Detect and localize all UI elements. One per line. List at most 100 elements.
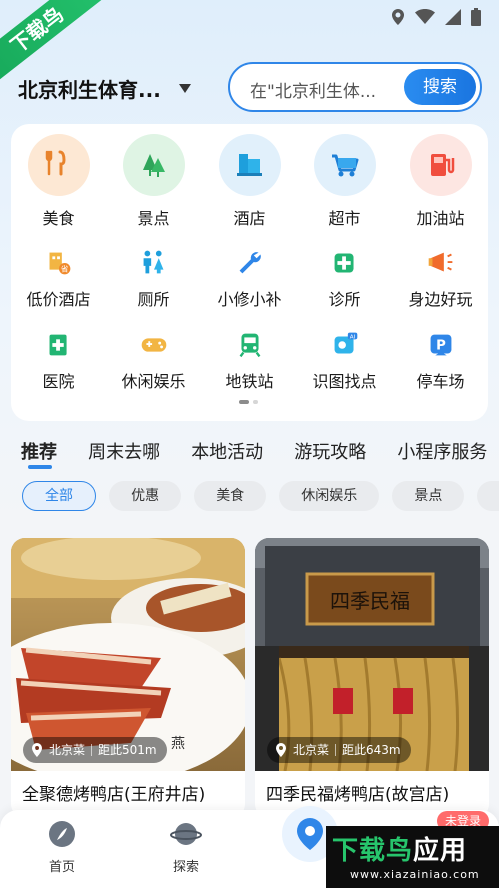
card-location-tag: 北京菜 距此643m (267, 737, 411, 763)
chip-all[interactable]: 全部 (22, 481, 96, 511)
category-label: 美食 (42, 209, 75, 228)
chip-discount[interactable]: 优惠 (109, 481, 182, 511)
category-item[interactable]: 省低价酒店 (11, 244, 106, 310)
nav-home[interactable]: 首页 (32, 820, 92, 875)
chip-scenic[interactable]: 景点 (392, 481, 465, 511)
category-item[interactable]: 地铁站 (202, 326, 297, 392)
tag-divider (91, 744, 93, 756)
filter-chips: 全部 优惠 美食 休闲娱乐 景点 酒 (22, 481, 499, 513)
place-card[interactable]: 四季民福 北京菜 距此643m 四季民福烤鸭店(故宫店) (255, 538, 489, 818)
nav-home-label: 首页 (48, 860, 75, 875)
category-label: 休闲娱乐 (121, 372, 186, 391)
hotel-icon (218, 134, 281, 196)
city-name: 北京利生体育... (18, 78, 161, 102)
category-item[interactable]: 美食 (11, 134, 106, 229)
watermark-logo: 下载鸟应用 www.xiazainiao.com (326, 826, 499, 888)
page-dot (253, 400, 258, 404)
tab-mini-programs[interactable]: 小程序服务 (397, 438, 487, 464)
svg-text:燕: 燕 (171, 736, 185, 752)
nav-explore-label: 探索 (172, 860, 199, 875)
category-label: 地铁站 (225, 372, 274, 391)
location-search-bar: 北京利生体育... 在"北京利生体... 搜索 (0, 62, 499, 114)
leisure-icon (135, 326, 173, 364)
card-cuisine: 北京菜 (49, 743, 86, 757)
card-location-tag: 北京菜 距此501m (23, 737, 167, 763)
budget-hotel-icon: 省 (40, 244, 78, 282)
category-label: 超市 (328, 209, 361, 228)
chip-more[interactable]: 酒 (477, 481, 499, 511)
page-dot-active (239, 400, 249, 404)
category-item[interactable]: 休闲娱乐 (106, 326, 201, 392)
category-panel: 美食 景点 酒店 超市 加油站省低价酒店 厕所 小修小补 诊所 身边好玩 医院 休闲娱乐 地铁站 AI 识… (11, 124, 488, 421)
map-pin-icon (297, 818, 323, 850)
category-item[interactable]: 景点 (106, 134, 201, 229)
card-cuisine: 北京菜 (293, 743, 330, 757)
category-label: 景点 (137, 209, 170, 228)
category-label: 酒店 (233, 209, 266, 228)
home-compass-icon (49, 821, 75, 847)
card-title: 四季民福烤鸭店(故宫店) (266, 785, 450, 805)
chevron-down-icon (178, 84, 191, 93)
card-title: 全聚德烤鸭店(王府井店) (22, 785, 206, 805)
gas-station-icon (409, 134, 472, 196)
tab-travel-guides[interactable]: 游玩攻略 (294, 438, 366, 464)
active-tab-indicator (28, 465, 52, 469)
category-item[interactable]: 小修小补 (202, 244, 297, 310)
toilet-icon (135, 244, 173, 282)
tab-recommend[interactable]: 推荐 (21, 438, 57, 464)
location-pin-icon (276, 743, 286, 757)
watermark-url: www.xiazainiao.com (350, 868, 480, 881)
feed-tabs: 推荐 周末去哪 本地活动 游玩攻略 小程序服务 (21, 438, 499, 472)
battery-icon (471, 8, 481, 26)
page-indicator (239, 400, 258, 404)
category-label: 识图找点 (312, 372, 377, 391)
card-distance: 距此643m (342, 743, 401, 757)
tab-weekend[interactable]: 周末去哪 (88, 438, 160, 464)
category-item[interactable]: 诊所 (297, 244, 392, 310)
category-item[interactable]: 厕所 (106, 244, 201, 310)
category-item[interactable]: 身边好玩 (393, 244, 488, 310)
scenic-icon (122, 134, 185, 196)
category-label: 医院 (42, 372, 75, 391)
category-label: 小修小补 (217, 290, 282, 309)
wifi-icon (415, 9, 435, 24)
svg-text:省: 省 (60, 264, 68, 274)
hospital-icon (40, 326, 78, 364)
chip-food[interactable]: 美食 (194, 481, 267, 511)
watermark-brand: 下载鸟 (332, 836, 414, 866)
planet-icon (170, 823, 202, 845)
clinic-icon (326, 244, 364, 282)
food-icon (27, 134, 90, 196)
city-selector[interactable]: 北京利生体育... (18, 74, 191, 103)
svg-text:P: P (436, 339, 446, 354)
subway-icon (231, 326, 269, 364)
image-search-icon: AI (326, 326, 364, 364)
nav-explore[interactable]: 探索 (156, 820, 216, 875)
category-item[interactable]: 加油站 (393, 134, 488, 229)
category-item[interactable]: 酒店 (202, 134, 297, 229)
shop-sign: 四季民福 (330, 589, 410, 613)
category-label: 身边好玩 (408, 290, 473, 309)
fun-nearby-icon (422, 244, 460, 282)
category-item[interactable]: AI 识图找点 (297, 326, 392, 392)
search-box[interactable]: 在"北京利生体... 搜索 (228, 62, 482, 112)
card-distance: 距此501m (98, 743, 157, 757)
category-item[interactable]: 超市 (297, 134, 392, 229)
category-item[interactable]: P 停车场 (393, 326, 488, 392)
category-label: 厕所 (137, 290, 170, 309)
signal-icon (445, 9, 461, 25)
search-button[interactable]: 搜索 (404, 69, 476, 105)
supermarket-icon (313, 134, 376, 196)
parking-icon: P (422, 326, 460, 364)
category-item[interactable]: 医院 (11, 326, 106, 392)
tag-divider (335, 744, 337, 756)
search-input[interactable]: 在"北京利生体... (250, 77, 390, 102)
tab-local-events[interactable]: 本地活动 (191, 438, 263, 464)
category-label: 诊所 (328, 290, 361, 309)
category-label: 低价酒店 (26, 290, 91, 309)
location-pin-icon (32, 743, 42, 757)
chip-leisure[interactable]: 休闲娱乐 (279, 481, 380, 511)
category-label: 加油站 (416, 209, 465, 228)
place-card[interactable]: 燕 北京菜 距此501m 全聚德烤鸭店(王府井店) (11, 538, 245, 818)
svg-text:AI: AI (349, 334, 355, 340)
